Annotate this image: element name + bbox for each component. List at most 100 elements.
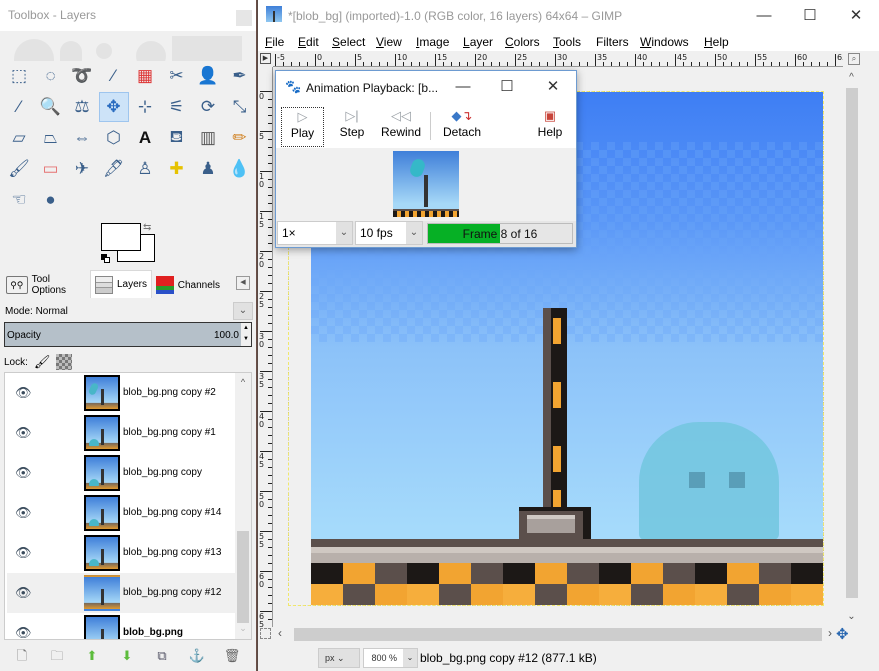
chevron-down-icon[interactable]: ⌄ [403,649,417,667]
scroll-left-icon[interactable]: ‹ [278,626,282,640]
shear-icon[interactable]: ▱ [4,123,34,153]
delete-layer-icon[interactable]: 🗑 [222,646,242,666]
eye-visibility-icon[interactable]: 👁 [15,625,32,639]
menu-layer[interactable]: Layer [463,35,493,49]
help-button[interactable]: ▣ Help [534,107,566,147]
scroll-up-icon[interactable]: ^ [843,72,860,83]
fg-bg-colors[interactable]: ⇆ [100,222,158,268]
menu-filters[interactable]: Filters [596,35,629,49]
color-picker-icon[interactable]: ⁄ [4,92,34,122]
scissors-select-icon[interactable]: ✂ [162,61,192,91]
layer-list-scrollbar[interactable]: ^ ⌄ [235,373,251,639]
zoom-fit-icon[interactable]: ⌕ [848,53,860,65]
rotate-icon[interactable]: ⟳ [193,92,223,122]
menu-view[interactable]: View [376,35,402,49]
foreground-color-swatch[interactable] [101,223,141,251]
close-button[interactable]: ✕ [531,71,575,102]
quick-mask-toggle[interactable] [260,628,271,639]
lock-pixels-icon[interactable]: 🖌 [34,354,51,370]
tab-layers[interactable]: Layers [90,270,152,298]
canvas-horizontal-scrollbar[interactable]: ‹ › [274,626,843,643]
scroll-down-icon[interactable]: ⌄ [843,611,860,622]
image-titlebar[interactable]: *[blob_bg] (imported)-1.0 (RGB color, 16… [258,0,879,31]
alignment-icon[interactable]: ⊹ [130,92,160,122]
fps-select[interactable]: 10 fps ⌄ [355,221,423,245]
smudge-icon[interactable]: ☜ [4,185,34,215]
ellipse-select-icon[interactable]: ◌ [36,61,66,91]
pencil-icon[interactable]: ✏ [225,123,255,153]
text-icon[interactable]: A [130,123,160,153]
fuzzy-select-icon[interactable]: ⁄ [99,61,129,91]
menu-tools[interactable]: Tools [553,35,581,49]
menu-colors[interactable]: Colors [505,35,540,49]
scale-icon[interactable]: ⤡ [225,92,255,122]
rewind-button[interactable]: ◁◁ Rewind [377,107,425,147]
menu-select[interactable]: Select [332,35,365,49]
select-by-color-icon[interactable]: ▦ [130,61,160,91]
eye-visibility-icon[interactable]: 👁 [15,545,32,561]
scale-select[interactable]: 1× ⌄ [277,221,353,245]
layer-mode-select[interactable]: Mode: Normal ⌄ [4,302,253,320]
free-select-icon[interactable]: ➰ [67,61,97,91]
layer-row[interactable]: 👁 blob_bg.png copy #13 [7,533,237,573]
layer-row[interactable]: 👁 blob_bg.png copy #12 [7,573,237,613]
raise-layer-icon[interactable]: ⬆ [82,646,102,666]
menu-file[interactable]: File [265,35,284,49]
chevron-down-icon[interactable]: ⌄ [406,222,422,244]
bucket-fill-icon[interactable]: ⛾ [162,123,192,153]
tab-tool-options[interactable]: ⚲⚲ Tool Options [2,272,90,298]
zoom-select[interactable]: 800 % ⌄ [363,648,418,668]
opacity-slider[interactable]: Opacity 100.0 ▲ ▼ [4,322,252,347]
layer-row[interactable]: 👁 blob_bg.png copy [7,453,237,493]
flip-icon[interactable]: ⇔ [67,123,97,153]
perspective-icon[interactable]: ⏢ [36,123,66,153]
new-layer-icon[interactable]: 🗋 [12,646,32,666]
scroll-down-icon[interactable]: ⌄ [235,623,251,637]
vertical-ruler[interactable]: 0 5 10 15 20 25 30 35 40 45 50 55 60 65 [258,67,273,627]
scrollbar-thumb[interactable] [846,88,858,598]
menu-image[interactable]: Image [416,35,449,49]
frame-progress-bar[interactable]: Frame 8 of 16 [427,223,573,244]
eye-visibility-icon[interactable]: 👁 [15,425,32,441]
ink-icon[interactable]: 🖋 [99,154,129,184]
navigate-icon[interactable]: ✥ [836,625,849,643]
play-button[interactable]: ▷ Play [281,107,324,147]
menu-windows[interactable]: Windows [640,35,689,49]
blur-icon[interactable]: 💧 [225,154,255,184]
swap-colors-icon[interactable]: ⇆ [143,222,151,233]
horizontal-ruler[interactable]: -5 0 5 10 15 20 25 30 35 40 45 50 55 60 65 [273,52,843,67]
minimize-button[interactable]: — [441,71,485,102]
foreground-select-icon[interactable]: 👤 [193,61,223,91]
layer-row[interactable]: 👁 blob_bg.png copy #2 [7,373,237,413]
dodge-burn-icon[interactable]: ● [36,185,66,215]
maximize-button[interactable]: ☐ [787,0,833,31]
eye-visibility-icon[interactable]: 👁 [15,465,32,481]
lock-alpha-icon[interactable] [56,354,73,370]
cage-transform-icon[interactable]: ⬡ [99,123,129,153]
chevron-down-icon[interactable]: ⌄ [336,222,352,244]
maximize-button[interactable]: ☐ [485,71,529,102]
perspective-clone-icon[interactable]: ♟ [193,154,223,184]
dock-menu-icon[interactable]: ◀ [236,276,250,290]
minimize-button[interactable]: — [741,0,787,31]
new-layer-group-icon[interactable]: 🗀 [47,646,67,666]
scrollbar-thumb[interactable] [237,531,249,623]
duplicate-layer-icon[interactable]: ⧉ [152,646,172,666]
eye-visibility-icon[interactable]: 👁 [15,585,32,601]
lower-layer-icon[interactable]: ⬇ [117,646,137,666]
anchor-layer-icon[interactable]: ⚓ [187,646,207,666]
eraser-icon[interactable]: ▭ [36,154,66,184]
crop-icon[interactable]: ⚟ [162,92,192,122]
close-button[interactable]: ✕ [833,0,879,31]
scrollbar-thumb[interactable] [294,628,822,641]
detach-button[interactable]: ◆↴ Detach [440,107,484,147]
tab-channels[interactable]: Channels [152,272,224,298]
clone-icon[interactable]: ♙ [130,154,160,184]
scroll-right-icon[interactable]: › [828,626,832,640]
layer-row[interactable]: 👁 blob_bg.png [7,613,237,639]
toolbox-close-button[interactable] [236,10,252,26]
step-button[interactable]: ▷| Step [334,107,370,147]
quick-menu-icon[interactable]: ▶ [260,53,271,64]
scroll-up-icon[interactable]: ^ [235,377,251,391]
heal-icon[interactable]: ✚ [162,154,192,184]
